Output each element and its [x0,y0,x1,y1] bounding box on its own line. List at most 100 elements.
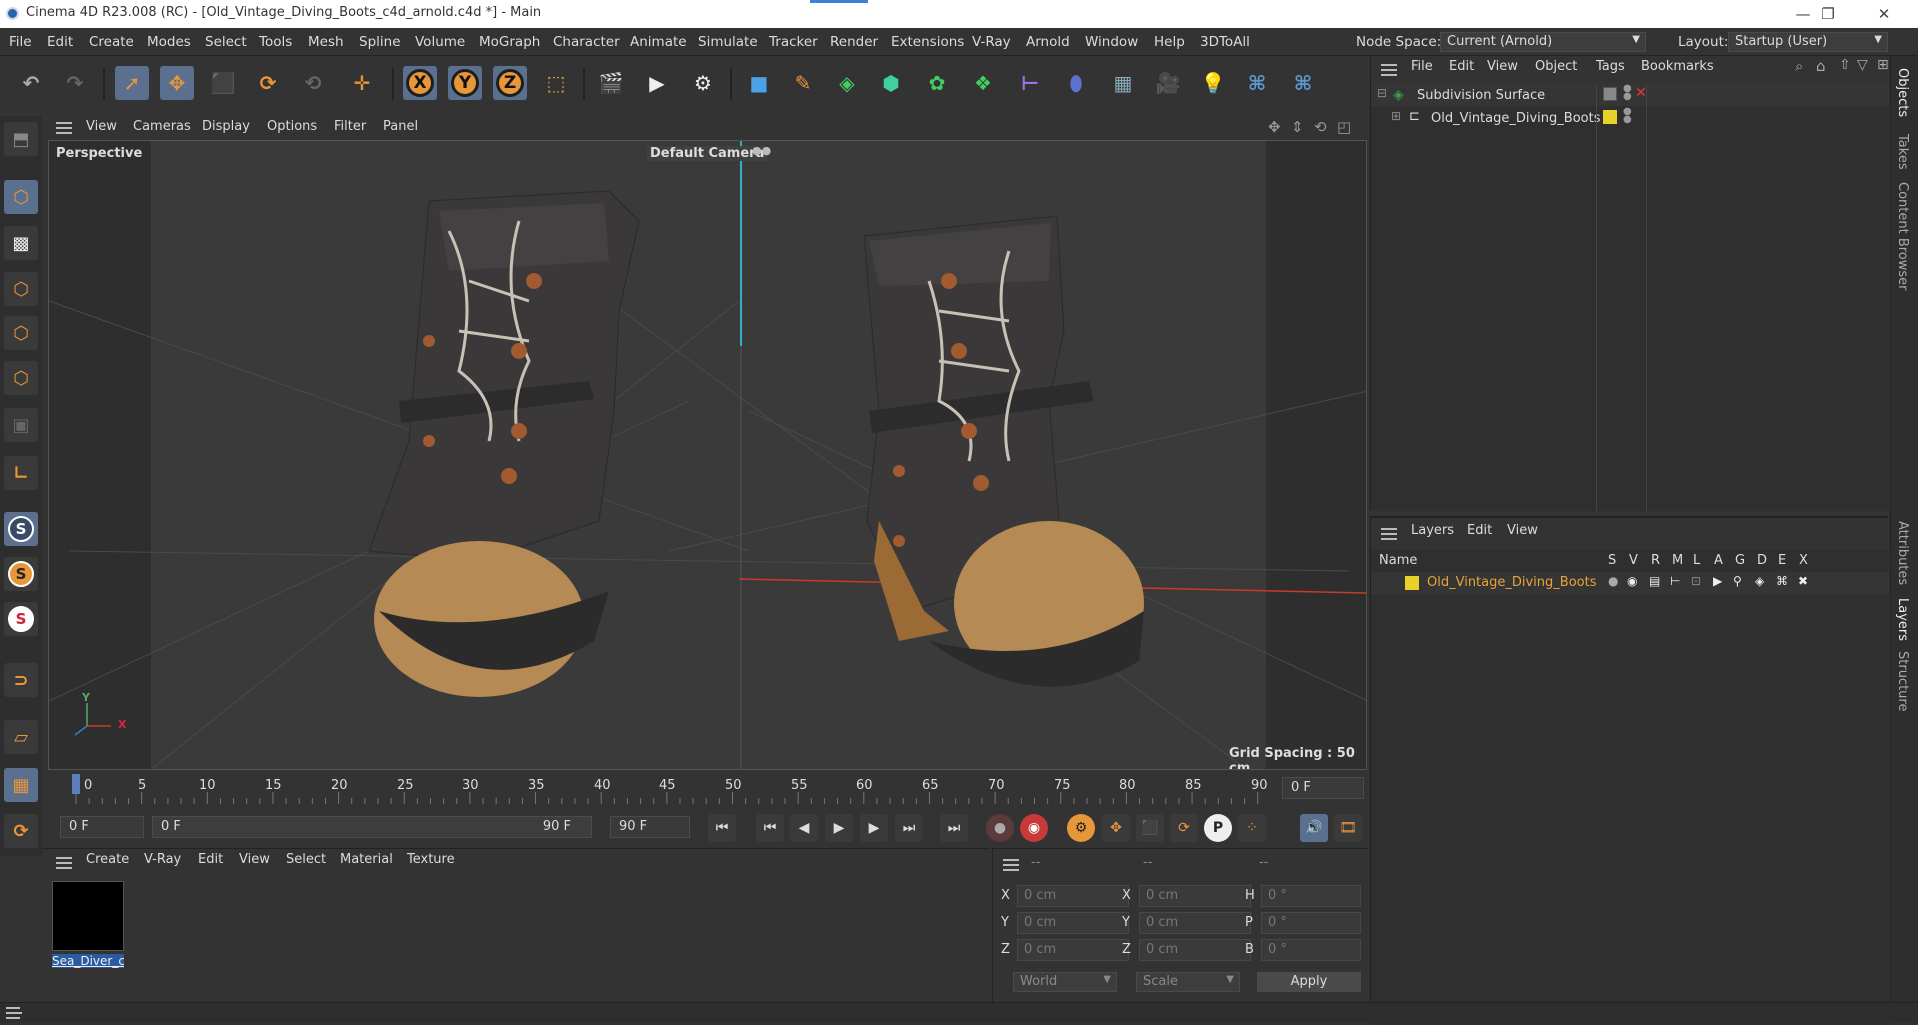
visibility-dots-icon[interactable]: ● ● [1623,84,1632,102]
menu-render[interactable]: Render [830,34,878,50]
menu-animate[interactable]: Animate [630,34,687,50]
position-z-field[interactable]: 0 cm [1017,939,1129,961]
scroll-up-icon[interactable]: ⇧ [1839,57,1851,73]
render-settings-icon[interactable]: ⚙ [686,66,720,100]
coordinate-system-icon[interactable]: ⬚ [539,66,573,100]
menu-vray[interactable]: V-Ray [972,34,1011,50]
render-clapper-icon[interactable]: ▤ [1649,574,1660,588]
search-icon[interactable]: ⌕ [1795,57,1803,75]
snap-mode-s3-button[interactable]: S [4,602,38,636]
layer-col-e[interactable]: E [1778,553,1786,568]
list-item[interactable]: ⊟ ◈ Subdivision Surface ● ● ✕ [1371,84,1889,106]
object-menu-tags[interactable]: Tags [1596,59,1625,74]
material-menu-create[interactable]: Create [86,852,129,867]
menu-arnold[interactable]: Arnold [1026,34,1070,50]
key-param-icon[interactable]: P [1204,814,1232,842]
menu-spline[interactable]: Spline [359,34,401,50]
pen-icon[interactable]: ✎ [786,66,820,100]
expressions-icon[interactable]: ⌘ [1776,574,1788,588]
close-button[interactable]: ✕ [1866,2,1902,26]
key-pla-icon[interactable]: ⁘ [1238,814,1266,842]
uv-mode-icon[interactable]: ▣ [4,408,38,442]
cube-icon[interactable]: ■ [742,66,776,100]
magnet-icon[interactable]: ⊃ [4,663,38,697]
edges-mode-icon[interactable]: ⬡ [4,316,38,350]
tab-attributes[interactable]: Attributes [1895,521,1910,585]
move-tool-icon[interactable]: ✥ [160,66,194,100]
viewport-menu-options[interactable]: Options [267,119,317,134]
playhead-marker[interactable] [72,774,80,794]
subdivision-surface-icon[interactable]: ◈ [830,66,864,100]
previous-frame-icon[interactable]: ◀ [790,814,818,842]
manager-icon[interactable]: ⊢ [1670,574,1680,588]
go-to-end-icon[interactable]: ⏭ [940,814,968,842]
tab-layers[interactable]: Layers [1895,598,1910,641]
menu-modes[interactable]: Modes [147,34,191,50]
menu-file[interactable]: File [9,34,32,50]
viewport-camera-label[interactable]: Default Camera [647,146,768,161]
filter-icon[interactable]: ▽ [1857,57,1868,73]
viewport-menu-filter[interactable]: Filter [334,119,366,134]
rotate-view-icon[interactable]: ⟲ [1314,118,1327,136]
viewport-menu-display[interactable]: Display [202,119,250,134]
layer-menu-layers[interactable]: Layers [1411,523,1454,538]
hamburger-menu-icon[interactable] [1381,528,1397,540]
tab-structure[interactable]: Structure [1895,651,1910,711]
viewport-menu-view[interactable]: View [86,119,117,134]
menu-create[interactable]: Create [89,34,134,50]
extrude-icon[interactable]: ⬢ [874,66,908,100]
layer-menu-view[interactable]: View [1507,523,1538,538]
recent-tool-icon[interactable]: ⟲ [296,66,330,100]
apply-button[interactable]: Apply [1257,972,1361,992]
object-name[interactable]: Old_Vintage_Diving_Boots [1431,111,1600,126]
menu-select[interactable]: Select [205,34,247,50]
polygons-mode-icon[interactable]: ⬡ [4,361,38,395]
rotation-h-field[interactable]: 0 ° [1261,885,1361,907]
scale-tool-icon[interactable]: ⬛ [206,66,240,100]
viewport-menu-cameras[interactable]: Cameras [133,119,191,134]
deformer-icon[interactable]: ⊢ [1013,66,1047,100]
layer-menu-edit[interactable]: Edit [1467,523,1492,538]
make-editable-icon[interactable]: ⬒ [4,122,38,156]
light-icon[interactable]: 💡 [1196,66,1230,100]
layer-row[interactable]: Old_Vintage_Diving_Boots ● ◉ ▤ ⊢ ⊡ ▶ ⚲ ◈… [1371,572,1889,594]
rotation-b-field[interactable]: 0 ° [1261,939,1361,961]
z-axis-lock-button[interactable]: Z [493,66,527,100]
rotate-tool-icon[interactable]: ⟳ [251,66,285,100]
menu-tools[interactable]: Tools [259,34,292,50]
tab-objects[interactable]: Objects [1895,68,1910,117]
floor-icon[interactable]: ▦ [1106,66,1140,100]
menu-extensions[interactable]: Extensions [891,34,964,50]
key-scale-icon[interactable]: ⬛ [1136,814,1164,842]
python-icon[interactable]: ⌘ [1240,66,1274,100]
workplane-icon[interactable]: ▱ [4,720,38,754]
layer-name[interactable]: Old_Vintage_Diving_Boots [1427,575,1596,590]
material-menu-material[interactable]: Material [340,852,393,867]
menu-mesh[interactable]: Mesh [308,34,344,50]
layer-col-l[interactable]: L [1693,553,1700,568]
material-menu-select[interactable]: Select [286,852,326,867]
next-key-icon[interactable]: ⏭ [895,814,923,842]
object-menu-view[interactable]: View [1487,59,1518,74]
x-axis-lock-button[interactable]: X [403,66,437,100]
maximize-button[interactable]: ❐ [1810,2,1846,26]
solo-icon[interactable]: ● [1608,574,1618,588]
menu-edit[interactable]: Edit [47,34,73,50]
position-y-field[interactable]: 0 cm [1017,912,1129,934]
pan-view-icon[interactable]: ✥ [1268,118,1281,136]
object-menu-edit[interactable]: Edit [1449,59,1474,74]
hamburger-menu-icon[interactable] [1003,859,1019,871]
model-mode-icon[interactable]: ⬡ [4,180,38,214]
render-view-icon[interactable]: 🎬 [594,66,628,100]
material-swatch[interactable]: Sea_Diver_c [52,881,124,969]
expand-icon[interactable]: ⊞ [1391,109,1401,123]
edit-checkbox-icon[interactable] [1603,87,1617,101]
axis-mode-icon[interactable]: ∟ [4,456,38,490]
size-y-field[interactable]: 0 cm [1139,912,1251,934]
camera-icon[interactable]: 🎥 [1151,66,1185,100]
hamburger-menu-icon[interactable] [6,1007,22,1019]
object-menu-file[interactable]: File [1411,59,1433,74]
layer-color-swatch[interactable] [1603,110,1617,124]
deformers-icon[interactable]: ◈ [1755,574,1764,588]
animation-icon[interactable]: ▶ [1713,574,1722,588]
